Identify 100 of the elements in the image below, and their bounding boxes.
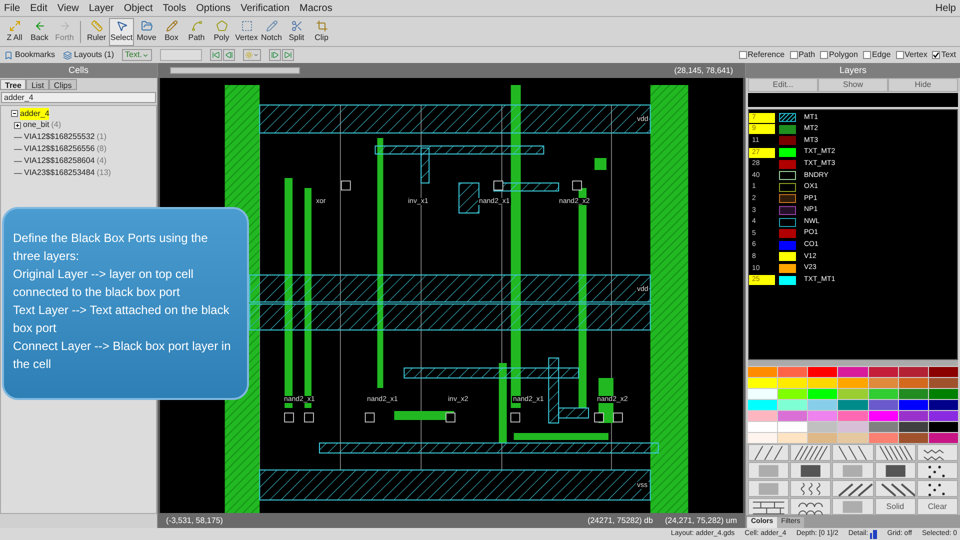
filter-checkbox[interactable]: [932, 51, 940, 59]
fill-style-button[interactable]: Solid: [874, 498, 916, 515]
tree-item[interactable]: VIA12$$168256556: [24, 143, 95, 155]
pattern-button[interactable]: [790, 480, 832, 497]
menu-item[interactable]: Options: [196, 0, 231, 16]
layer-action-button[interactable]: Hide: [888, 78, 958, 92]
tool-button[interactable]: Z All: [2, 18, 27, 46]
color-swatch[interactable]: [778, 411, 808, 421]
pattern-button[interactable]: [790, 444, 832, 461]
color-swatch[interactable]: [838, 433, 868, 443]
filter-checkbox[interactable]: [820, 51, 828, 59]
color-swatch[interactable]: [928, 367, 958, 377]
menu-item[interactable]: Layer: [88, 0, 114, 16]
color-swatch[interactable]: [778, 389, 808, 399]
bookmarks-button[interactable]: Bookmarks: [4, 49, 56, 61]
pattern-button[interactable]: [832, 444, 874, 461]
tool-button[interactable]: Clip: [309, 18, 334, 46]
horizontal-scrollbar[interactable]: [170, 67, 300, 74]
menu-item[interactable]: Verification: [240, 0, 290, 16]
color-swatch[interactable]: [868, 367, 898, 377]
filter-checkbox[interactable]: [738, 51, 747, 59]
tree-item[interactable]: VIA12$$168258604: [24, 155, 95, 167]
color-swatch[interactable]: [778, 433, 808, 443]
color-swatch[interactable]: [838, 378, 868, 388]
color-swatch[interactable]: [808, 367, 838, 377]
menu-item[interactable]: Tools: [162, 0, 186, 16]
layer-action-button[interactable]: Edit...: [748, 78, 818, 92]
color-swatch[interactable]: [898, 389, 928, 399]
color-swatch[interactable]: [808, 422, 838, 432]
detail-level-icon[interactable]: [870, 530, 878, 538]
pattern-button[interactable]: [790, 462, 832, 479]
color-swatch[interactable]: [928, 422, 958, 432]
color-swatch[interactable]: [748, 389, 778, 399]
color-swatch[interactable]: [748, 400, 778, 410]
color-swatch[interactable]: [748, 433, 778, 443]
color-swatch[interactable]: [838, 411, 868, 421]
color-swatch[interactable]: [808, 433, 838, 443]
tool-button[interactable]: Back: [27, 18, 52, 46]
color-swatch[interactable]: [928, 378, 958, 388]
tool-button[interactable]: Vertex: [234, 18, 259, 46]
panel-tab[interactable]: List: [26, 79, 49, 90]
first-button[interactable]: [210, 49, 222, 61]
tool-button[interactable]: Split: [284, 18, 309, 46]
pattern-button[interactable]: [874, 480, 916, 497]
color-swatch[interactable]: [928, 411, 958, 421]
color-swatch[interactable]: [868, 378, 898, 388]
tree-item[interactable]: VIA12$$168255532: [24, 131, 95, 143]
highlight-button[interactable]: [242, 49, 261, 61]
color-swatch[interactable]: [898, 378, 928, 388]
cell-name-field[interactable]: adder_4: [1, 92, 156, 103]
tree-item[interactable]: one_bit: [23, 119, 50, 131]
panel-tab[interactable]: Tree: [0, 79, 26, 90]
color-swatch[interactable]: [778, 422, 808, 432]
pattern-button[interactable]: [874, 444, 916, 461]
filter-checkbox[interactable]: [896, 51, 904, 59]
layer-action-button[interactable]: Show: [818, 78, 888, 92]
color-swatch[interactable]: [928, 433, 958, 443]
next-button[interactable]: [268, 49, 281, 61]
layouts-button[interactable]: Layouts (1): [63, 49, 114, 61]
color-swatch[interactable]: [898, 411, 928, 421]
menu-item[interactable]: File: [4, 0, 20, 16]
menu-item[interactable]: Help: [935, 0, 956, 16]
pattern-button[interactable]: [748, 498, 790, 515]
color-swatch[interactable]: [868, 433, 898, 443]
tool-button[interactable]: Ruler: [84, 18, 109, 46]
color-swatch[interactable]: [808, 378, 838, 388]
color-swatch[interactable]: [898, 367, 928, 377]
pattern-button[interactable]: [916, 462, 958, 479]
color-swatch[interactable]: [838, 389, 868, 399]
menu-item[interactable]: Macros: [300, 0, 332, 16]
color-swatch[interactable]: [778, 367, 808, 377]
tool-button[interactable]: Poly: [209, 18, 234, 46]
collapse-toggle[interactable]: [11, 110, 18, 117]
color-swatch[interactable]: [868, 411, 898, 421]
pattern-button[interactable]: [790, 498, 832, 515]
color-swatch[interactable]: [838, 367, 868, 377]
menu-item[interactable]: Edit: [30, 0, 48, 16]
color-swatch[interactable]: [898, 422, 928, 432]
previous-button[interactable]: [222, 49, 235, 61]
color-swatch[interactable]: [808, 389, 838, 399]
filter-checkbox[interactable]: [862, 51, 871, 59]
color-swatch[interactable]: [868, 400, 898, 410]
pattern-button[interactable]: [916, 480, 958, 497]
color-swatch[interactable]: [868, 422, 898, 432]
color-swatch[interactable]: [748, 378, 778, 388]
color-swatch[interactable]: [868, 389, 898, 399]
panel-tab[interactable]: Clips: [48, 79, 77, 90]
menu-item[interactable]: Object: [124, 0, 153, 16]
color-swatch[interactable]: [928, 389, 958, 399]
color-swatch[interactable]: [778, 378, 808, 388]
menu-item[interactable]: View: [57, 0, 79, 16]
filter-checkbox[interactable]: [790, 51, 798, 59]
color-swatch[interactable]: [898, 433, 928, 443]
color-swatch[interactable]: [778, 400, 808, 410]
pattern-button[interactable]: [874, 462, 916, 479]
pattern-button[interactable]: [916, 444, 958, 461]
fill-style-button[interactable]: Clear: [916, 498, 958, 515]
color-swatch[interactable]: [808, 411, 838, 421]
pattern-button[interactable]: [832, 480, 874, 497]
tool-button[interactable]: Select: [109, 18, 134, 46]
